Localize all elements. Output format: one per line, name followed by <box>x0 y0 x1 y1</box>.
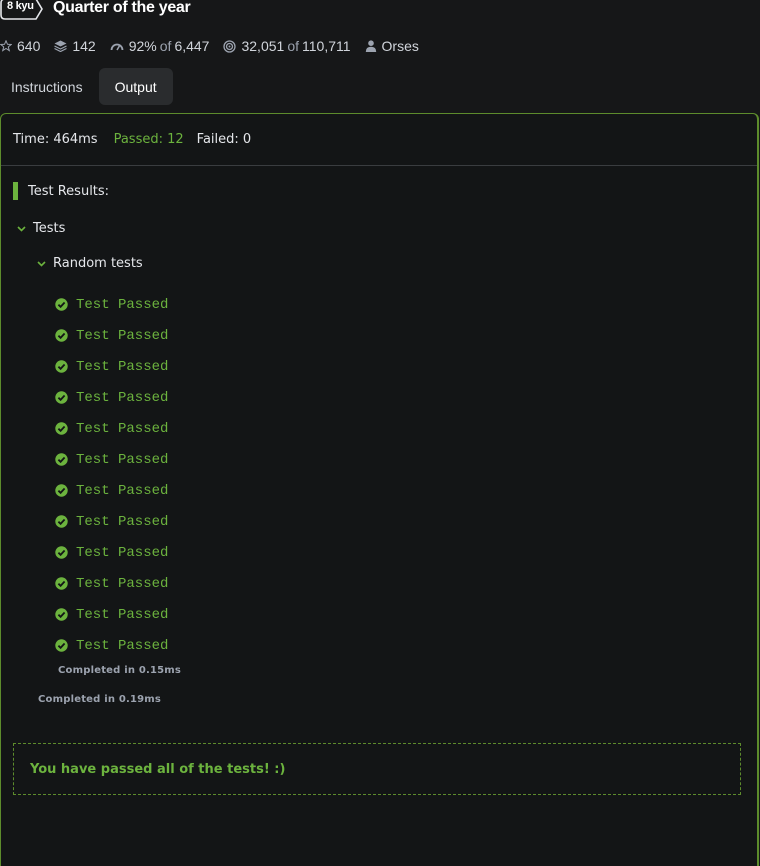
check-circle-icon <box>55 298 68 311</box>
check-circle-icon <box>55 639 68 652</box>
test-result-label: Test Passed <box>76 389 169 406</box>
test-result: Test Passed <box>55 506 168 537</box>
star-icon <box>0 40 12 52</box>
author-name: Orses <box>381 38 419 54</box>
user-icon <box>365 40 377 52</box>
satisfaction-of: of <box>159 38 172 54</box>
completed-of: of <box>287 38 299 54</box>
test-list: Test Passed Test Passed Test Passed Test… <box>55 289 168 661</box>
time-label: Time: 464ms <box>13 132 98 147</box>
test-result-label: Test Passed <box>76 637 169 654</box>
check-circle-icon <box>55 422 68 435</box>
chevron-down-icon <box>37 260 46 267</box>
author-stat[interactable]: Orses <box>365 38 419 54</box>
test-result-label: Test Passed <box>76 451 169 468</box>
stars-count: 640 <box>17 38 41 54</box>
target-icon <box>223 39 237 53</box>
heading-accent-bar <box>13 182 18 200</box>
check-circle-icon <box>55 608 68 621</box>
check-circle-icon <box>55 577 68 590</box>
test-result: Test Passed <box>55 413 168 444</box>
test-result: Test Passed <box>55 382 168 413</box>
collections-stat[interactable]: 142 <box>54 38 96 54</box>
test-result-label: Test Passed <box>76 606 169 623</box>
test-summary: Time: 464ms Passed: 12 Failed: 0 <box>1 114 757 166</box>
tests-completed: Completed in 0.19ms <box>38 694 162 705</box>
tests-group-toggle[interactable]: Tests <box>17 221 65 236</box>
test-result: Test Passed <box>55 630 168 661</box>
test-results-heading: Test Results: <box>13 182 109 200</box>
check-circle-icon <box>55 546 68 559</box>
failed-label: Failed: 0 <box>196 132 252 147</box>
test-result-label: Test Passed <box>76 358 169 375</box>
tests-group-label: Tests <box>33 221 66 236</box>
tab-bar: Instructions Output <box>0 68 173 105</box>
test-result: Test Passed <box>55 568 168 599</box>
test-result-label: Test Passed <box>76 482 169 499</box>
satisfaction-percent: 92% <box>128 38 157 54</box>
random-tests-label: Random tests <box>53 256 143 271</box>
test-results-title: Test Results: <box>28 183 110 199</box>
output-panel: Time: 464ms Passed: 12 Failed: 0 Test Re… <box>0 113 759 866</box>
kata-header: 8 kyu Quarter of the year <box>0 0 760 22</box>
test-result-label: Test Passed <box>76 327 169 344</box>
check-circle-icon <box>55 329 68 342</box>
test-result: Test Passed <box>55 289 168 320</box>
layers-icon <box>54 40 68 52</box>
completed-count: 32,051 <box>241 38 285 54</box>
completed-attempts: 110,711 <box>302 38 351 54</box>
test-result: Test Passed <box>55 351 168 382</box>
chevron-down-icon <box>17 225 26 232</box>
rank-label: 8 kyu <box>7 0 34 12</box>
tab-instructions[interactable]: Instructions <box>0 68 94 105</box>
check-circle-icon <box>55 453 68 466</box>
collections-count: 142 <box>72 38 96 54</box>
check-circle-icon <box>55 360 68 373</box>
test-result: Test Passed <box>55 599 168 630</box>
satisfaction-stat[interactable]: 92% of 6,447 <box>110 38 210 54</box>
completed-stat[interactable]: 32,051 of 110,711 <box>223 38 351 54</box>
check-circle-icon <box>55 391 68 404</box>
tab-output[interactable]: Output <box>98 68 173 105</box>
kata-title: Quarter of the year <box>53 0 191 16</box>
kata-stats: 640 142 92% of 6,447 32,051 of 110,711 O… <box>0 36 433 56</box>
test-result: Test Passed <box>55 537 168 568</box>
stars-stat[interactable]: 640 <box>0 38 40 54</box>
gauge-icon <box>110 41 124 51</box>
all-passed-message: You have passed all of the tests! :) <box>13 743 741 795</box>
check-circle-icon <box>55 484 68 497</box>
test-result-label: Test Passed <box>76 420 169 437</box>
test-result: Test Passed <box>55 475 168 506</box>
passed-label: Passed: 12 <box>113 132 184 147</box>
test-result-label: Test Passed <box>76 296 169 313</box>
random-tests-completed: Completed in 0.15ms <box>58 665 182 676</box>
rank-badge[interactable]: 8 kyu <box>0 0 44 20</box>
test-result-label: Test Passed <box>76 575 169 592</box>
test-result: Test Passed <box>55 320 168 351</box>
test-result: Test Passed <box>55 444 168 475</box>
random-tests-toggle[interactable]: Random tests <box>37 256 143 271</box>
test-result-label: Test Passed <box>76 544 169 561</box>
test-result-label: Test Passed <box>76 513 169 530</box>
satisfaction-votes: 6,447 <box>174 38 210 54</box>
check-circle-icon <box>55 515 68 528</box>
